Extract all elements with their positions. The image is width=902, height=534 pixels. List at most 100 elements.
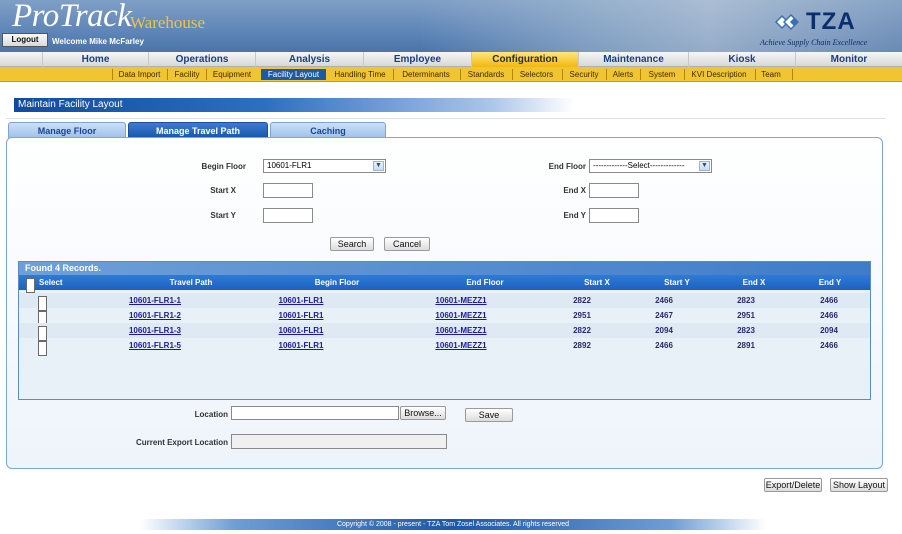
sub-nav-alerts[interactable]: Alerts [608, 69, 638, 80]
sub-nav-facility-layout[interactable]: Facility Layout [261, 69, 326, 80]
travel-path-link-text[interactable]: 10601-FLR1-2 [129, 311, 181, 320]
column-header-start-y[interactable]: Start Y [652, 275, 702, 290]
current-export-location-field [231, 434, 447, 449]
end-y-cell: 2466 [820, 296, 838, 305]
main-nav-analysis[interactable]: Analysis [255, 52, 363, 67]
begin-floor-select[interactable]: 10601-FLR1 ▼ [263, 159, 386, 173]
sub-nav-standards[interactable]: Standards [462, 69, 510, 80]
main-nav-monitor[interactable]: Monitor [795, 52, 902, 67]
sub-nav-equipment[interactable]: Equipment [208, 69, 256, 80]
sub-nav-facility[interactable]: Facility [170, 69, 204, 80]
row-select-checkbox[interactable] [38, 341, 47, 356]
end-floor-select[interactable]: -------------Select------------- ▼ [589, 159, 712, 173]
column-header-end-y[interactable]: End Y [805, 275, 855, 290]
sub-nav-handling-time[interactable]: Handling Time [329, 69, 391, 80]
end-x-input[interactable] [589, 183, 639, 198]
table-row[interactable]: 10601-FLR1-2 10601-FLR1 10601-MEZZ1 2951… [19, 308, 870, 326]
end-floor-link[interactable]: 10601-MEZZ1 [421, 338, 501, 353]
end-floor-link[interactable]: 10601-MEZZ1 [421, 323, 501, 338]
column-header-start-x[interactable]: Start X [572, 275, 622, 290]
main-nav-kiosk[interactable]: Kiosk [688, 52, 795, 67]
end-floor-value: -------------Select------------- [593, 161, 685, 170]
main-nav-configuration[interactable]: Configuration [471, 52, 578, 67]
show-layout-button[interactable]: Show Layout [830, 478, 888, 492]
table-row[interactable]: 10601-FLR1-3 10601-FLR1 10601-MEZZ1 2822… [19, 323, 870, 341]
column-header-select: Select [39, 278, 63, 287]
begin-floor-link-text[interactable]: 10601-FLR1 [279, 296, 324, 305]
tza-logo-text: TZA [806, 8, 856, 35]
table-row[interactable]: 10601-FLR1-1 10601-FLR1 10601-MEZZ1 2822… [19, 293, 870, 311]
column-header-end-x[interactable]: End X [729, 275, 779, 290]
sub-nav-kvi-description[interactable]: KVI Description [686, 69, 752, 80]
travel-path-link-text[interactable]: 10601-FLR1-5 [129, 341, 181, 350]
main-nav-operations[interactable]: Operations [148, 52, 255, 67]
travel-path-link[interactable]: 10601-FLR1-3 [105, 323, 205, 338]
tza-tagline: Achieve Supply Chain Excellence [760, 38, 868, 47]
cancel-button[interactable]: Cancel [384, 237, 430, 251]
end-floor-link-text[interactable]: 10601-MEZZ1 [435, 311, 486, 320]
browse-button[interactable]: Browse... [400, 406, 446, 420]
sub-nav-separator [562, 69, 563, 80]
sub-nav-security[interactable]: Security [564, 69, 604, 80]
begin-floor-link[interactable]: 10601-FLR1 [259, 323, 343, 338]
export-delete-button[interactable]: Export/Delete [764, 478, 822, 492]
end-floor-link[interactable]: 10601-MEZZ1 [421, 308, 501, 323]
end-floor-link-text[interactable]: 10601-MEZZ1 [435, 296, 486, 305]
column-header-begin-floor[interactable]: Begin Floor [284, 275, 390, 290]
travel-path-link[interactable]: 10601-FLR1-2 [105, 308, 205, 323]
end-floor-label: End Floor [548, 162, 586, 171]
search-button[interactable]: Search [330, 237, 374, 251]
footer-copyright: Copyright © 2008 - present - TZA Tom Zos… [140, 519, 766, 530]
logout-button[interactable]: Logout [2, 33, 48, 47]
location-input[interactable] [231, 406, 399, 420]
current-export-location-label: Current Export Location [135, 438, 228, 447]
sub-nav-system[interactable]: System [643, 69, 681, 80]
table-row[interactable]: 10601-FLR1-5 10601-FLR1 10601-MEZZ1 2892… [19, 338, 870, 356]
sub-nav-separator [460, 69, 461, 80]
start-x-cell: 2822 [573, 326, 591, 335]
sub-nav-data-import[interactable]: Data Import [114, 69, 165, 80]
end-y-cell: 2466 [820, 341, 838, 350]
begin-floor-link[interactable]: 10601-FLR1 [259, 308, 343, 323]
begin-floor-link-text[interactable]: 10601-FLR1 [279, 341, 324, 350]
travel-path-link[interactable]: 10601-FLR1-1 [105, 293, 205, 308]
start-y-cell: 2467 [655, 311, 673, 320]
begin-floor-value: 10601-FLR1 [267, 161, 312, 170]
column-header-end-floor[interactable]: End Floor [435, 275, 535, 290]
main-nav-home[interactable]: Home [42, 52, 148, 67]
begin-floor-label: Begin Floor [201, 162, 246, 171]
sub-nav-team[interactable]: Team [757, 69, 785, 80]
sub-nav: Data Import Facility Equipment Facility … [0, 67, 902, 82]
page-title: Maintain Facility Layout [14, 98, 574, 112]
tab-caching[interactable]: Caching [270, 122, 386, 138]
end-x-cell: 2951 [737, 311, 755, 320]
start-y-cell: 2094 [655, 326, 673, 335]
begin-floor-link-text[interactable]: 10601-FLR1 [279, 311, 324, 320]
begin-floor-link-text[interactable]: 10601-FLR1 [279, 326, 324, 335]
select-all-checkbox[interactable] [26, 278, 35, 293]
travel-path-link-text[interactable]: 10601-FLR1-3 [129, 326, 181, 335]
tab-manage-floor[interactable]: Manage Floor [8, 122, 126, 138]
begin-floor-link[interactable]: 10601-FLR1 [259, 338, 343, 353]
end-floor-link[interactable]: 10601-MEZZ1 [421, 293, 501, 308]
start-y-input[interactable] [263, 208, 313, 223]
sub-nav-selectors[interactable]: Selectors [514, 69, 559, 80]
end-y-label: End Y [563, 211, 586, 220]
travel-path-link-text[interactable]: 10601-FLR1-1 [129, 296, 181, 305]
chevron-down-icon: ▼ [373, 161, 384, 171]
start-x-cell: 2822 [573, 296, 591, 305]
sub-nav-determinants[interactable]: Determinants [395, 69, 457, 80]
main-nav-maintenance[interactable]: Maintenance [578, 52, 688, 67]
tab-manage-travel-path[interactable]: Manage Travel Path [128, 122, 268, 138]
begin-floor-link[interactable]: 10601-FLR1 [259, 293, 343, 308]
start-x-cell: 2951 [573, 311, 591, 320]
end-y-input[interactable] [589, 208, 639, 223]
main-nav-employee[interactable]: Employee [363, 52, 471, 67]
end-floor-link-text[interactable]: 10601-MEZZ1 [435, 341, 486, 350]
save-button[interactable]: Save [465, 408, 513, 422]
end-floor-link-text[interactable]: 10601-MEZZ1 [435, 326, 486, 335]
column-header-travel-path[interactable]: Travel Path [139, 275, 243, 290]
travel-path-link[interactable]: 10601-FLR1-5 [105, 338, 205, 353]
start-x-input[interactable] [263, 183, 313, 198]
sub-nav-separator [755, 69, 756, 80]
